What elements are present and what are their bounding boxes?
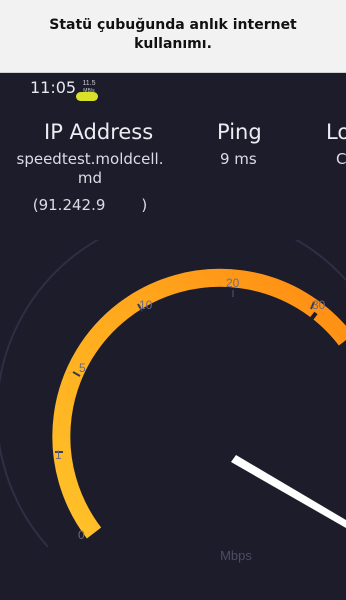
speed-gauge: 0 1 5 10 20 30 [0,240,346,548]
caption-banner: Statü çubuğunda anlık internet kullanımı… [0,0,346,73]
gauge-needle [231,455,346,528]
network-speed-indicator: 11.5 MB/s [79,80,99,94]
ip-address-label: IP Address [44,120,154,144]
gauge-label-10: 10 [139,298,153,312]
gauge-unit: Mbps [220,548,252,563]
status-bar: 11:05 11.5 MB/s [0,72,346,108]
ip-address-value: (91.242.9) [10,196,170,214]
gauge-separator-5 [92,377,111,388]
ping-value: 9 ms [220,150,257,168]
ip-address-close: ) [141,196,148,214]
gauge-label-5: 5 [79,361,86,375]
gauge-label-20: 20 [226,276,240,290]
gauge-label-0: 0 [78,528,85,542]
ip-address-text: (91.242.9 [32,196,106,214]
gauge-active-arc [52,268,346,539]
network-speed-unit: MB/s [83,88,95,94]
loss-value: C [336,150,346,168]
caption-text: Statü çubuğunda anlık internet kullanımı… [49,17,297,52]
status-clock: 11:05 [30,78,77,97]
loss-label: Lo [326,120,346,144]
ping-label: Ping [217,120,262,144]
network-speed-value: 11.5 [82,80,96,87]
server-name: speedtest.moldcell.md [16,150,164,187]
gauge-label-30: 30 [312,298,326,312]
gauge-label-1: 1 [55,448,62,462]
